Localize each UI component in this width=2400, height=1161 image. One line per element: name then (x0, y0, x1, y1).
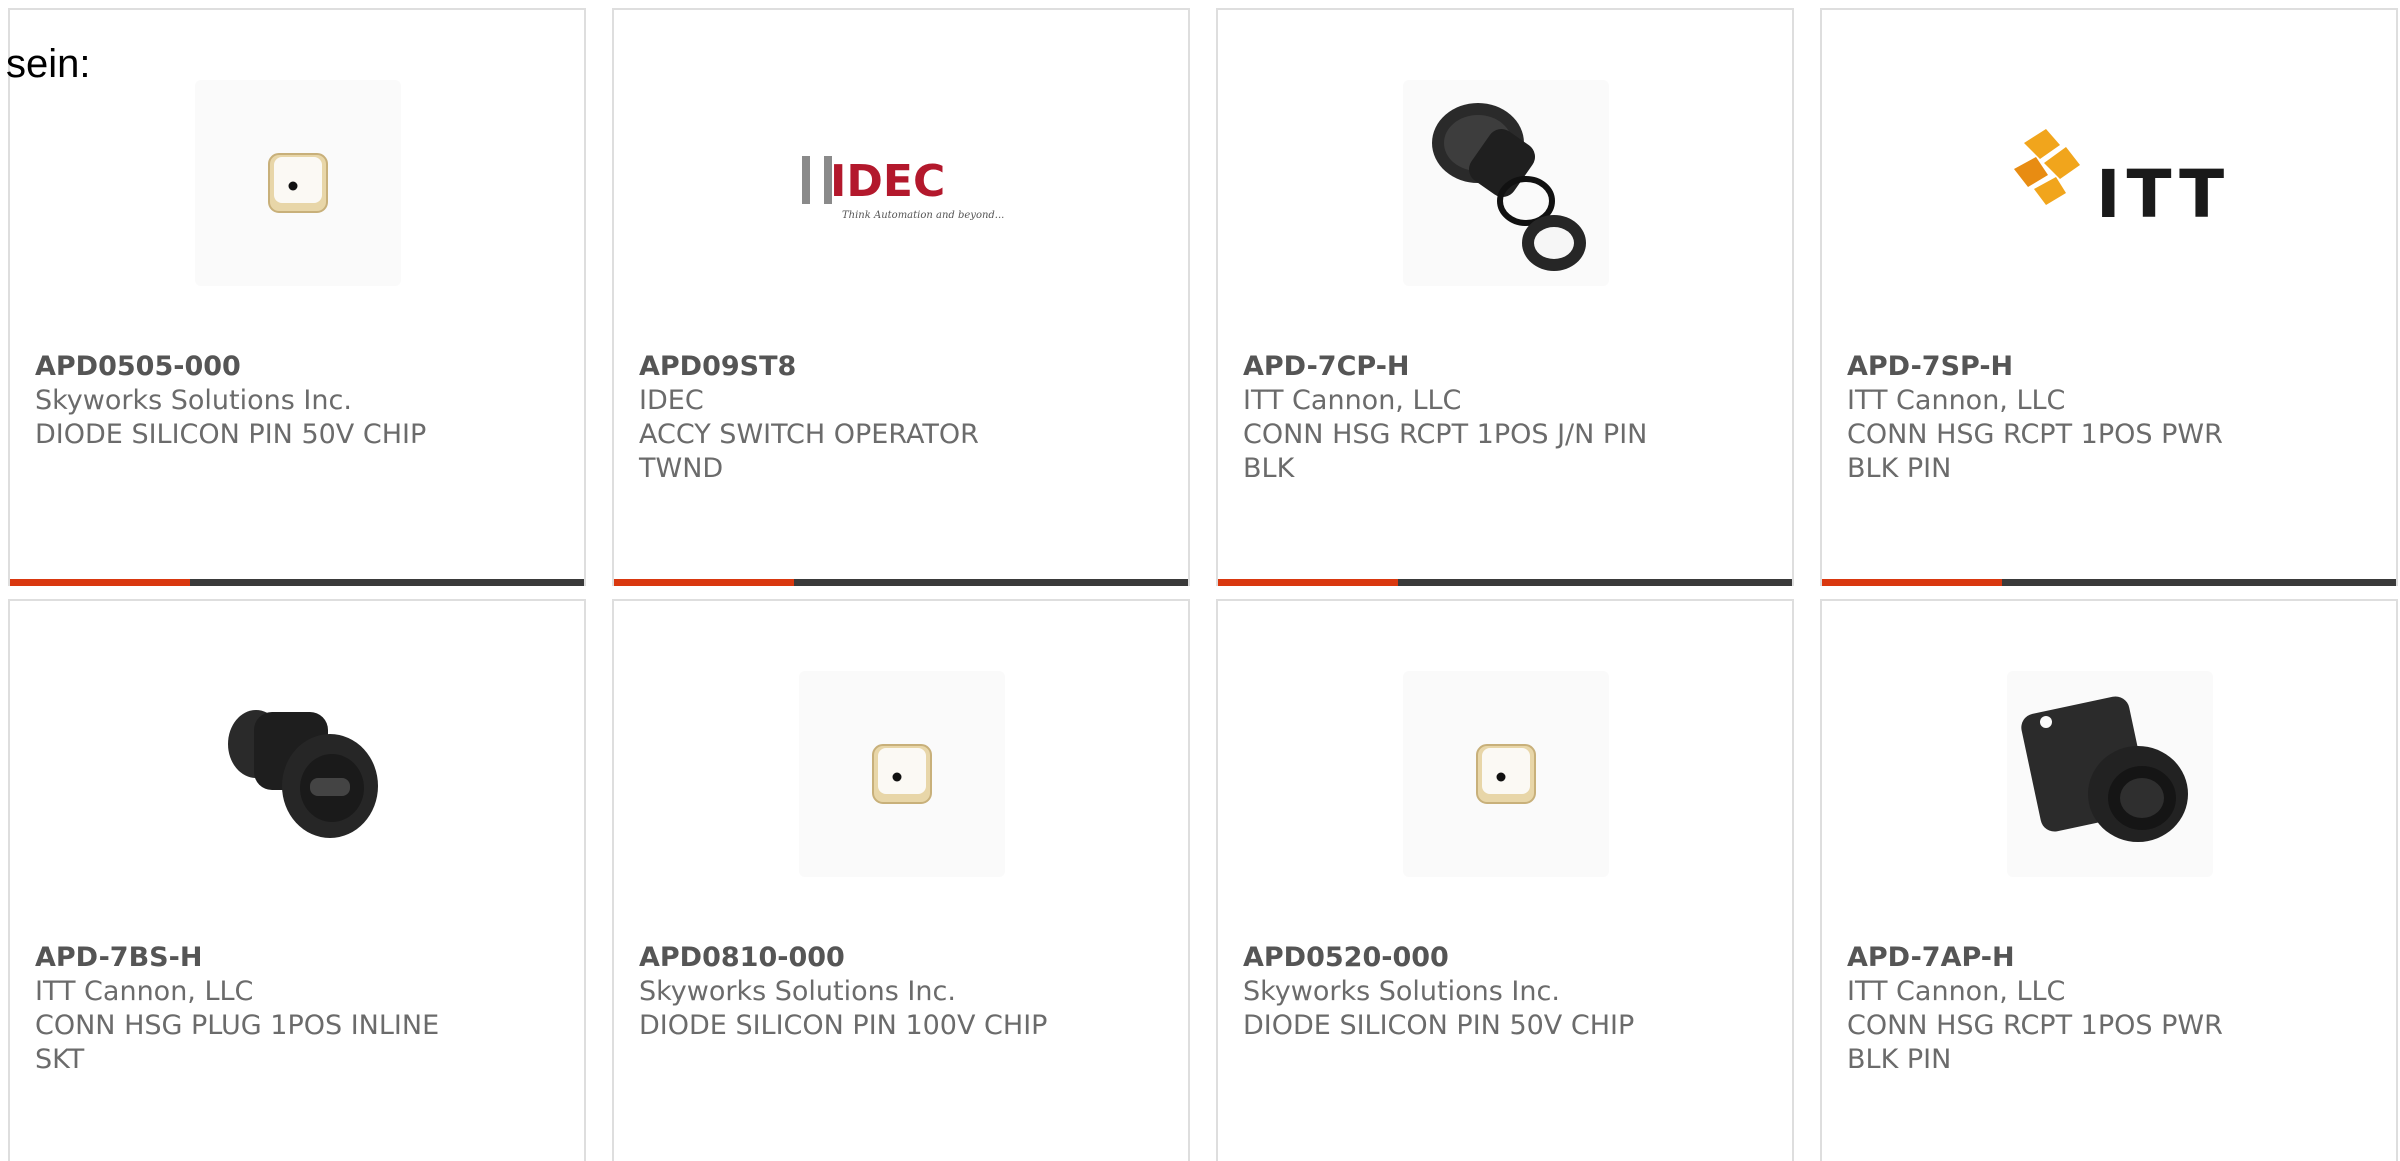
itt-logo-text: ITT (2096, 156, 2224, 233)
product-card[interactable]: ITT APD-7SP-H ITT Cannon, LLC CONN HSG R… (1820, 8, 2398, 586)
card-accent-bar (1218, 579, 1398, 586)
card-footer-bar (1822, 579, 2396, 586)
product-card[interactable]: APD0810-000 Skyworks Solutions Inc. DIOD… (612, 599, 1190, 1161)
product-card[interactable]: APD0520-000 Skyworks Solutions Inc. DIOD… (1216, 599, 1794, 1161)
part-number-link[interactable]: APD-7BS-H (35, 941, 475, 975)
part-number-link[interactable]: APD09ST8 (639, 350, 1079, 384)
product-card[interactable]: IDEC Think Automation and beyond... APD0… (612, 8, 1190, 586)
card-accent-bar (614, 579, 794, 586)
card-footer-bar (614, 579, 1188, 586)
part-number-link[interactable]: APD-7CP-H (1243, 350, 1683, 384)
part-number-link[interactable]: APD-7AP-H (1847, 941, 2287, 975)
diode-chip-image (1403, 671, 1609, 877)
product-description: ACCY SWITCH OPERATOR TWND (639, 419, 979, 484)
product-description: DIODE SILICON PIN 50V CHIP (35, 419, 427, 450)
diode-chip-image (195, 80, 401, 286)
card-footer-bar (1218, 579, 1792, 586)
product-card[interactable]: APD-7CP-H ITT Cannon, LLC CONN HSG RCPT … (1216, 8, 1794, 586)
manufacturer-name: Skyworks Solutions Inc. (1243, 976, 1560, 1007)
idec-logo: IDEC Think Automation and beyond... (786, 80, 1026, 286)
connector-receptacle-kit-image (1403, 80, 1609, 286)
card-footer-bar (10, 579, 584, 586)
product-card[interactable]: APD-7AP-H ITT Cannon, LLC CONN HSG RCPT … (1820, 599, 2398, 1161)
idec-logo-tagline: Think Automation and beyond... (842, 210, 1004, 221)
product-description: DIODE SILICON PIN 100V CHIP (639, 1010, 1048, 1041)
manufacturer-name: ITT Cannon, LLC (35, 976, 254, 1007)
part-number-link[interactable]: APD-7SP-H (1847, 350, 2287, 384)
connector-plug-image (195, 671, 401, 877)
part-number-link[interactable]: APD0810-000 (639, 941, 1079, 975)
product-description: CONN HSG RCPT 1POS J/N PIN BLK (1243, 419, 1648, 484)
manufacturer-name: ITT Cannon, LLC (1243, 385, 1462, 416)
idec-logo-text: IDEC (830, 156, 945, 207)
intro-text: sein: (6, 42, 91, 86)
product-description: CONN HSG PLUG 1POS INLINE SKT (35, 1010, 440, 1075)
card-accent-bar (10, 579, 190, 586)
connector-flange-receptacle-image (2007, 671, 2213, 877)
product-description: DIODE SILICON PIN 50V CHIP (1243, 1010, 1635, 1041)
part-number-link[interactable]: APD0505-000 (35, 350, 475, 384)
part-number-link[interactable]: APD0520-000 (1243, 941, 1683, 975)
card-accent-bar (1822, 579, 2002, 586)
itt-logo: ITT (1994, 80, 2234, 286)
manufacturer-name: ITT Cannon, LLC (1847, 385, 2066, 416)
manufacturer-name: Skyworks Solutions Inc. (639, 976, 956, 1007)
product-description: CONN HSG RCPT 1POS PWR BLK PIN (1847, 419, 2223, 484)
manufacturer-name: Skyworks Solutions Inc. (35, 385, 352, 416)
product-card[interactable]: APD0505-000 Skyworks Solutions Inc. DIOD… (8, 8, 586, 586)
manufacturer-name: ITT Cannon, LLC (1847, 976, 2066, 1007)
product-card[interactable]: APD-7BS-H ITT Cannon, LLC CONN HSG PLUG … (8, 599, 586, 1161)
diode-chip-image (799, 671, 1005, 877)
manufacturer-name: IDEC (639, 385, 704, 416)
product-description: CONN HSG RCPT 1POS PWR BLK PIN (1847, 1010, 2223, 1075)
